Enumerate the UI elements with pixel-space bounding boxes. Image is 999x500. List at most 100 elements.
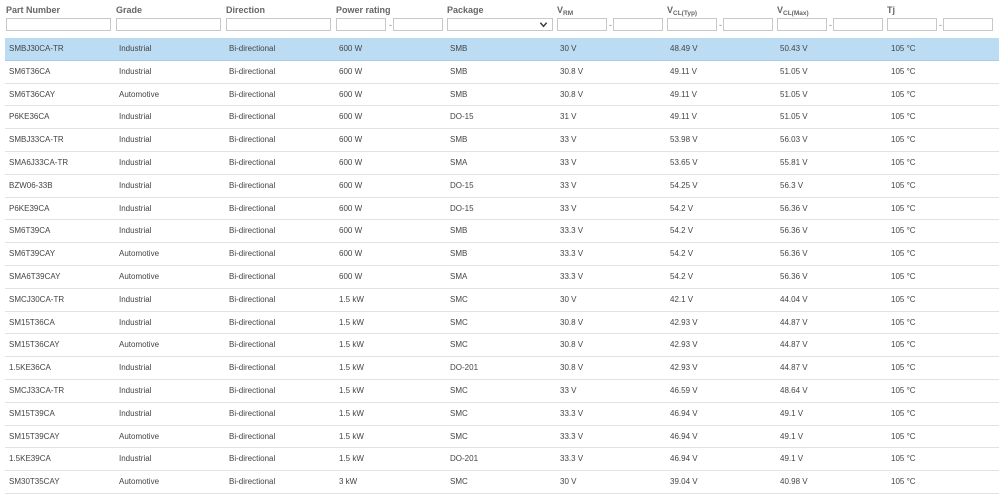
cell-part[interactable]: SM30T35CAY xyxy=(9,471,60,493)
cell-part[interactable]: SM6T39CA xyxy=(9,220,50,242)
cell-package: DO-15 xyxy=(450,203,474,213)
cell-part[interactable]: SMA6T39CAY xyxy=(9,266,60,288)
cell-power: 600 W xyxy=(339,157,363,167)
table-row[interactable]: P6KE39CA Industrial Bi-directional 600 W DO-… xyxy=(5,198,999,221)
table-row[interactable]: SM15T36CAY Automotive Bi-directional 1.5 kW… xyxy=(5,334,999,358)
cell-part[interactable]: SM6T36CAY xyxy=(9,84,55,106)
cell-direction: Bi-directional xyxy=(229,157,276,167)
cell-grade: Automotive xyxy=(119,271,160,281)
column-header-vrm[interactable]: VRM xyxy=(557,5,573,17)
filter-power-min-input[interactable] xyxy=(336,18,386,31)
filter-direction-input[interactable] xyxy=(226,18,331,31)
table-row[interactable]: 1.5KE36CA Industrial Bi-directional 1.5 kW D… xyxy=(5,357,999,380)
filter-vcl-max-max-input[interactable] xyxy=(833,18,883,31)
column-header-part-number[interactable]: Part Number xyxy=(6,5,60,15)
cell-power: 3 kW xyxy=(339,477,358,487)
filter-vcl-typ-range-separator: - xyxy=(719,20,722,30)
filter-power-max-input[interactable] xyxy=(393,18,443,31)
cell-package: SMC xyxy=(450,477,468,487)
filter-tj-min-input[interactable] xyxy=(887,18,937,31)
table-row[interactable]: SM6T36CA Industrial Bi-directional 600 W SMB… xyxy=(5,61,999,84)
cell-part[interactable]: SM15T36CAY xyxy=(9,334,60,356)
filter-vcl-typ-min-input[interactable] xyxy=(667,18,717,31)
cell-tj: 105 °C xyxy=(891,226,916,236)
table-row[interactable]: SMBJ33CA-TR Industrial Bi-directional 600 W… xyxy=(5,129,999,152)
cell-vclmax: 44.87 V xyxy=(780,363,808,373)
cell-part[interactable]: 1.5KE36CA xyxy=(9,357,51,379)
cell-vrm: 33 V xyxy=(560,180,577,190)
cell-grade: Industrial xyxy=(119,135,152,145)
column-header-package[interactable]: Package xyxy=(447,5,484,15)
table-row[interactable]: SM30T35CAY Automotive Bi-directional 3 kW SM… xyxy=(5,471,999,494)
cell-vclmax: 51.05 V xyxy=(780,112,808,122)
table-row[interactable]: SMCJ30CA-TR Industrial Bi-directional 1.5 k… xyxy=(5,289,999,312)
cell-part[interactable]: SMA6J33CA-TR xyxy=(9,152,68,174)
cell-vclmax: 44.04 V xyxy=(780,294,808,304)
cell-part[interactable]: SM15T36CA xyxy=(9,312,55,334)
cell-tj: 105 °C xyxy=(891,203,916,213)
column-header-vcl-typ[interactable]: VCL(Typ) xyxy=(667,5,697,17)
cell-vrm: 30.8 V xyxy=(560,363,584,373)
cell-tj: 105 °C xyxy=(891,340,916,350)
cell-part[interactable]: SM6T39CAY xyxy=(9,243,55,265)
filter-part-number-input[interactable] xyxy=(6,18,111,31)
cell-part[interactable]: SM6T36CA xyxy=(9,61,50,83)
filter-package-select[interactable] xyxy=(447,18,553,31)
cell-vcltyp: 42.93 V xyxy=(670,317,698,327)
filter-grade-input[interactable] xyxy=(116,18,221,31)
cell-power: 1.5 kW xyxy=(339,431,364,441)
table-row[interactable]: SM6T39CA Industrial Bi-directional 600 W SMB… xyxy=(5,220,999,244)
cell-part[interactable]: P6KE39CA xyxy=(9,198,49,220)
column-header-tj[interactable]: Tj xyxy=(887,5,895,15)
cell-package: SMB xyxy=(450,66,468,76)
table-row[interactable]: SMA6J33CA-TR Industrial Bi-directional 600 … xyxy=(5,152,999,175)
table-row[interactable]: SM6T36CAY Automotive Bi-directional 600 W SM… xyxy=(5,84,999,107)
cell-part[interactable]: 1.5KE39CA xyxy=(9,448,51,470)
table-row[interactable]: BZW06-33B Industrial Bi-directional 600 W DO… xyxy=(5,175,999,198)
table-row[interactable]: SMA6T39CAY Automotive Bi-directional 600 W S… xyxy=(5,266,999,289)
table-row[interactable]: SM15T36CA Industrial Bi-directional 1.5 kW S… xyxy=(5,312,999,335)
table-row[interactable]: SM6T39CAY Automotive Bi-directional 600 W SM… xyxy=(5,243,999,266)
cell-grade: Industrial xyxy=(119,44,152,53)
table-row[interactable]: SMBJ30CA-TR Industrial Bi-directional 600 W… xyxy=(5,38,999,61)
table-row[interactable]: SM15T39CA Industrial Bi-directional 1.5 kW S… xyxy=(5,403,999,426)
cell-grade: Industrial xyxy=(119,180,152,190)
filter-tj-max-input[interactable] xyxy=(943,18,993,31)
cell-package: DO-201 xyxy=(450,454,479,464)
column-header-grade[interactable]: Grade xyxy=(116,5,142,15)
cell-part[interactable]: P6KE36CA xyxy=(9,106,49,128)
cell-part[interactable]: SM15T39CA xyxy=(9,403,55,425)
cell-tj: 105 °C xyxy=(891,294,916,304)
cell-power: 600 W xyxy=(339,203,363,213)
cell-package: SMA xyxy=(450,271,468,281)
cell-part[interactable]: SMCJ33CA-TR xyxy=(9,380,64,402)
cell-vclmax: 56.3 V xyxy=(780,180,804,190)
cell-vrm: 33 V xyxy=(560,135,577,145)
table-row[interactable]: 1.5KE39CA Industrial Bi-directional 1.5 kW D… xyxy=(5,448,999,472)
cell-part[interactable]: SM15T39CAY xyxy=(9,426,60,448)
cell-vclmax: 44.87 V xyxy=(780,317,808,327)
cell-package: SMC xyxy=(450,317,468,327)
cell-grade: Automotive xyxy=(119,89,160,99)
cell-vcltyp: 54.2 V xyxy=(670,203,694,213)
cell-power: 1.5 kW xyxy=(339,363,364,373)
cell-vrm: 33.3 V xyxy=(560,408,584,418)
cell-vcltyp: 54.25 V xyxy=(670,180,698,190)
cell-part[interactable]: BZW06-33B xyxy=(9,175,53,197)
cell-part[interactable]: SMBJ30CA-TR xyxy=(9,38,64,60)
filter-vrm-max-input[interactable] xyxy=(613,18,663,31)
cell-package: SMB xyxy=(450,44,468,53)
filter-vrm-min-input[interactable] xyxy=(557,18,607,31)
column-header-power-rating[interactable]: Power rating xyxy=(336,5,391,15)
table-row[interactable]: P6KE36CA Industrial Bi-directional 600 W DO-… xyxy=(5,106,999,130)
column-header-vcl-max[interactable]: VCL(Max) xyxy=(777,5,809,17)
cell-part[interactable]: SMCJ30CA-TR xyxy=(9,289,64,311)
filter-vcl-typ-max-input[interactable] xyxy=(723,18,773,31)
column-header-direction[interactable]: Direction xyxy=(226,5,265,15)
filter-vcl-max-min-input[interactable] xyxy=(777,18,827,31)
cell-part[interactable]: SMBJ33CA-TR xyxy=(9,129,64,151)
table-row[interactable]: SMCJ33CA-TR Industrial Bi-directional 1.5 k… xyxy=(5,380,999,403)
cell-package: DO-201 xyxy=(450,363,479,373)
cell-vclmax: 56.36 V xyxy=(780,226,808,236)
table-row[interactable]: SM15T39CAY Automotive Bi-directional 1.5 kW… xyxy=(5,426,999,449)
